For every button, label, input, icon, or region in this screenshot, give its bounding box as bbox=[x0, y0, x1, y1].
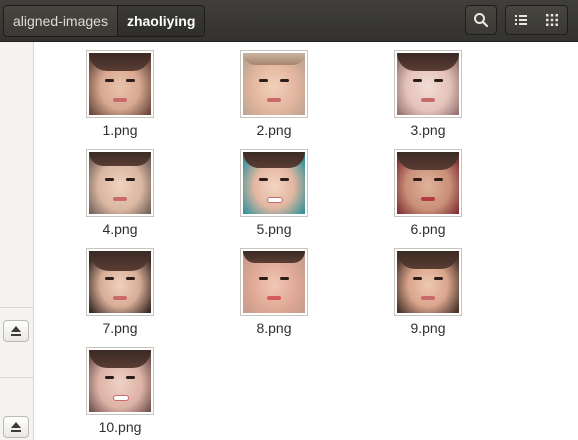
file-name: 7.png bbox=[102, 320, 138, 336]
file-name: 1.png bbox=[102, 122, 138, 138]
file-name: 5.png bbox=[256, 221, 292, 237]
eject-icon bbox=[11, 422, 21, 432]
file-thumbnail bbox=[86, 149, 154, 217]
file-item[interactable]: 3.png bbox=[378, 50, 478, 138]
file-item[interactable]: 6.png bbox=[378, 149, 478, 237]
file-name: 2.png bbox=[256, 122, 292, 138]
file-name: 8.png bbox=[256, 320, 292, 336]
file-thumbnail bbox=[240, 149, 308, 217]
file-thumbnail bbox=[394, 248, 462, 316]
eject-button[interactable] bbox=[3, 320, 29, 342]
file-name: 9.png bbox=[410, 320, 446, 336]
file-item[interactable]: 1.png bbox=[70, 50, 170, 138]
grid-view-icon bbox=[545, 14, 558, 26]
list-view-icon bbox=[515, 15, 527, 25]
search-icon bbox=[474, 13, 489, 28]
path-bar: aligned-images zhaoliying bbox=[3, 5, 206, 37]
file-item[interactable]: 8.png bbox=[224, 248, 324, 336]
file-thumbnail bbox=[86, 347, 154, 415]
file-thumbnail bbox=[394, 50, 462, 118]
sidebar bbox=[0, 42, 34, 440]
eject-button[interactable] bbox=[3, 416, 29, 438]
breadcrumb-current[interactable]: zhaoliying bbox=[116, 6, 205, 36]
grid-view-button[interactable] bbox=[536, 5, 568, 35]
file-name: 6.png bbox=[410, 221, 446, 237]
file-thumbnail bbox=[86, 248, 154, 316]
sidebar-divider bbox=[0, 307, 33, 308]
file-name: 3.png bbox=[410, 122, 446, 138]
search-button[interactable] bbox=[465, 5, 497, 35]
file-thumbnail bbox=[86, 50, 154, 118]
file-thumbnail bbox=[394, 149, 462, 217]
file-thumbnail bbox=[240, 248, 308, 316]
file-item[interactable]: 5.png bbox=[224, 149, 324, 237]
eject-icon bbox=[11, 326, 21, 336]
breadcrumb-parent[interactable]: aligned-images bbox=[4, 6, 117, 36]
file-item[interactable]: 10.png bbox=[70, 347, 170, 435]
file-item[interactable]: 2.png bbox=[224, 50, 324, 138]
file-name: 10.png bbox=[98, 419, 142, 435]
header-bar: aligned-images zhaoliying bbox=[0, 0, 578, 42]
list-view-button[interactable] bbox=[505, 5, 537, 35]
file-thumbnail bbox=[240, 50, 308, 118]
sidebar-divider bbox=[0, 377, 33, 378]
file-item[interactable]: 4.png bbox=[70, 149, 170, 237]
file-item[interactable]: 7.png bbox=[70, 248, 170, 336]
file-name: 4.png bbox=[102, 221, 138, 237]
file-item[interactable]: 9.png bbox=[378, 248, 478, 336]
